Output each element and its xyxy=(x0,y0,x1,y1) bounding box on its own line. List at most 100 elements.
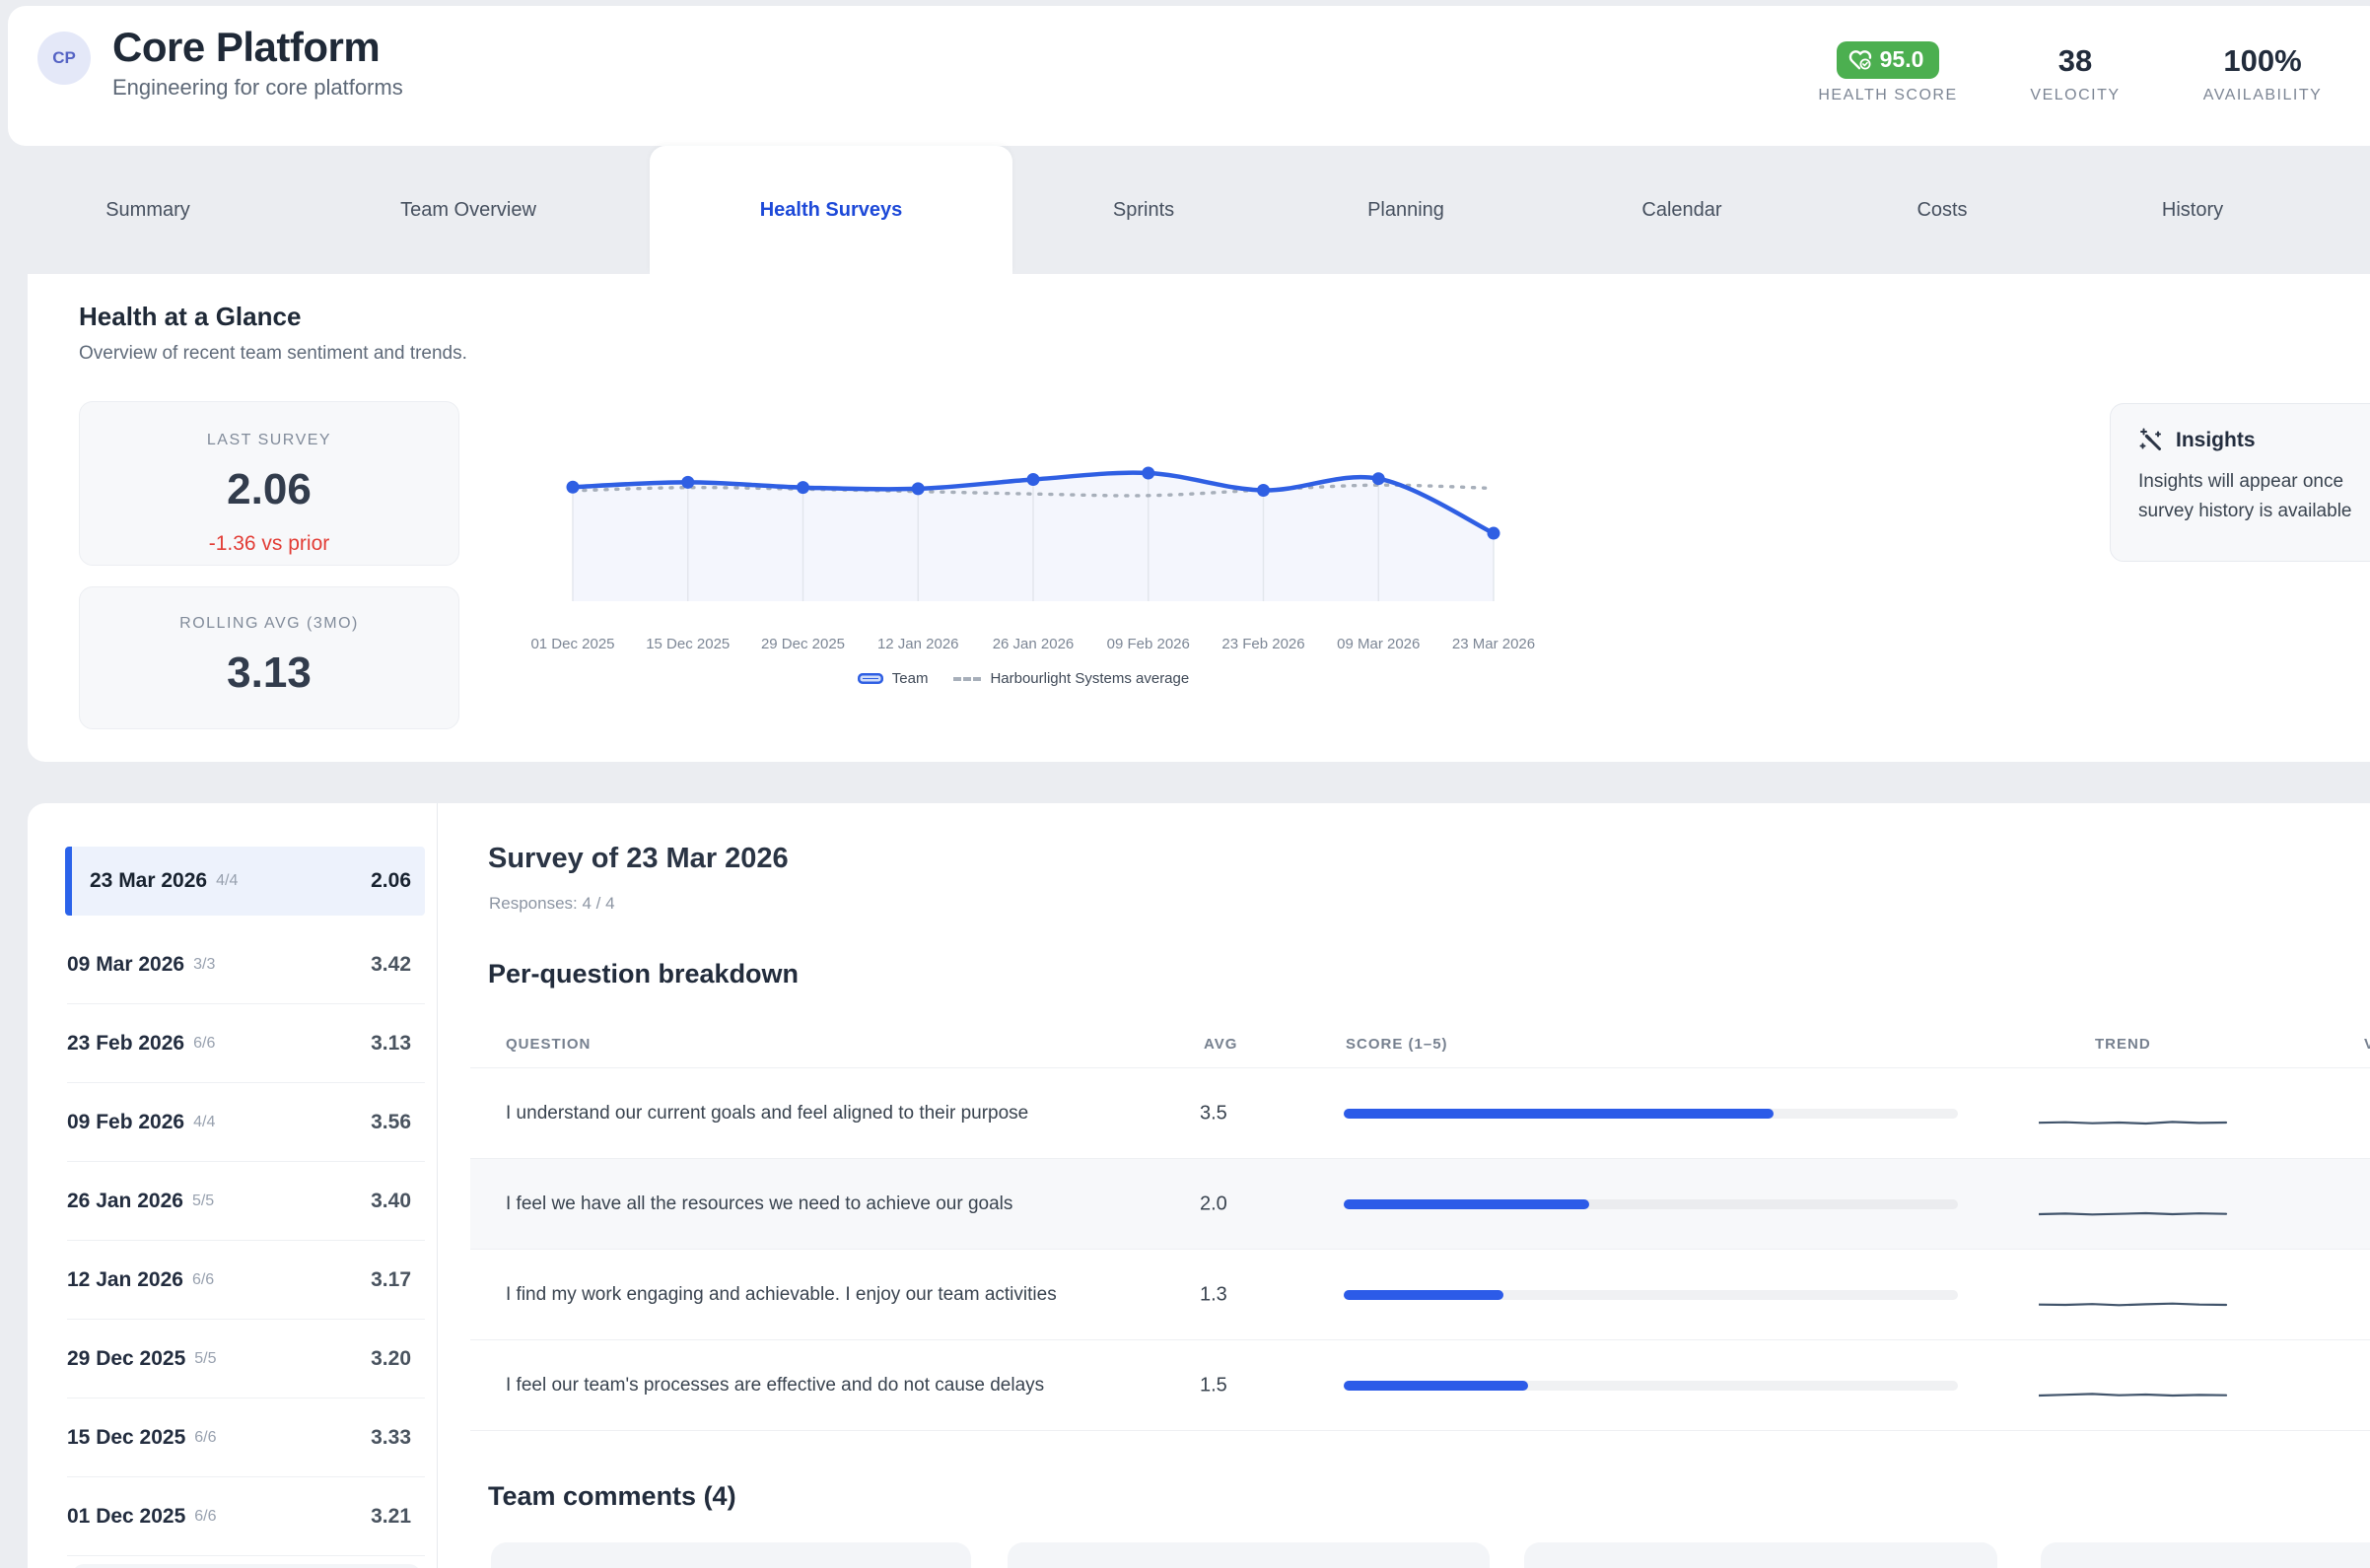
last-survey-card: LAST SURVEY 2.06 -1.36 vs prior xyxy=(79,401,459,566)
rolling-avg-card: ROLLING AVG (3MO) 3.13 xyxy=(79,586,459,729)
col-avg: AVG xyxy=(1204,1036,1237,1053)
question-text: I feel we have all the resources we need… xyxy=(506,1190,1117,1218)
health-score-badge: 95.0 xyxy=(1837,41,1940,79)
survey-response-ratio: 6/6 xyxy=(193,1035,215,1053)
list-panel-divider xyxy=(437,803,438,1568)
comment-card xyxy=(1524,1542,1997,1568)
question-avg: 1.5 xyxy=(1200,1374,1259,1397)
survey-score: 3.42 xyxy=(371,953,411,977)
breakdown-table-header: QUESTION AVG SCORE (1–5) TREND VS xyxy=(460,1028,2370,1067)
survey-score: 3.40 xyxy=(371,1190,411,1213)
survey-score: 3.33 xyxy=(371,1426,411,1450)
survey-date: 12 Jan 2026 xyxy=(67,1268,183,1292)
survey-date: 23 Mar 2026 xyxy=(90,869,207,893)
header-kpis: 95.0 HEALTH SCORE 38 VELOCITY 100% AVAIL… xyxy=(1794,41,2356,104)
insights-title: Insights xyxy=(2176,429,2256,452)
tab-summary[interactable]: Summary xyxy=(59,146,237,274)
col-score: SCORE (1–5) xyxy=(1346,1036,1448,1053)
page-title: Core Platform xyxy=(112,24,403,71)
survey-score: 3.21 xyxy=(371,1505,411,1529)
survey-response-ratio: 4/4 xyxy=(216,872,238,890)
svg-text:26 Jan 2026: 26 Jan 2026 xyxy=(993,636,1075,652)
survey-response-ratio: 4/4 xyxy=(193,1114,215,1131)
velocity-label: VELOCITY xyxy=(1982,87,2169,104)
trend-line-chart: 01 Dec 2025 15 Dec 2025 29 Dec 2025 12 Jan … xyxy=(521,424,1585,665)
svg-text:01 Dec 2025: 01 Dec 2025 xyxy=(530,636,614,652)
glance-subtitle: Overview of recent team sentiment and tr… xyxy=(79,343,467,365)
last-survey-label: LAST SURVEY xyxy=(80,432,458,449)
survey-list-item[interactable]: 26 Jan 20265/53.40 xyxy=(67,1162,425,1241)
survey-list: 23 Mar 20264/42.0609 Mar 20263/33.4223 F… xyxy=(28,847,437,1568)
survey-section: 23 Mar 20264/42.0609 Mar 20263/33.4223 F… xyxy=(28,803,2370,1568)
survey-responses: Responses: 4 / 4 xyxy=(489,894,615,914)
breakdown-row: I understand our current goals and feel … xyxy=(470,1068,2370,1159)
survey-list-item[interactable]: 29 Dec 20255/53.20 xyxy=(67,1320,425,1398)
svg-text:12 Jan 2026: 12 Jan 2026 xyxy=(877,636,959,652)
survey-response-ratio: 6/6 xyxy=(192,1271,214,1289)
insights-body-line1: Insights will appear once xyxy=(2138,467,2370,497)
velocity-value: 38 xyxy=(1982,42,2169,79)
svg-text:09 Feb 2026: 09 Feb 2026 xyxy=(1107,636,1190,652)
score-bar-track xyxy=(1344,1199,1958,1209)
survey-list-item[interactable]: 09 Mar 20263/33.42 xyxy=(67,925,425,1004)
survey-score: 3.17 xyxy=(371,1268,411,1292)
tab-health-surveys[interactable]: Health Surveys xyxy=(650,146,1012,274)
survey-list-item[interactable]: 01 Dec 20256/63.21 xyxy=(67,1477,425,1556)
survey-list-item-partial[interactable] xyxy=(72,1564,421,1568)
score-bar-track xyxy=(1344,1290,1958,1300)
survey-list-item[interactable]: 09 Feb 2026 4/4 3.56 xyxy=(67,1083,425,1162)
tab-team-overview[interactable]: Team Overview xyxy=(345,146,592,274)
score-bar-fill xyxy=(1344,1199,1589,1209)
question-avg: 3.5 xyxy=(1200,1102,1259,1125)
comment-card xyxy=(1008,1542,1490,1568)
survey-response-ratio: 3/3 xyxy=(193,956,215,974)
survey-date: 09 Feb 2026 xyxy=(67,1111,184,1134)
comment-card xyxy=(491,1542,971,1568)
breakdown-title: Per-question breakdown xyxy=(488,959,799,989)
survey-list-item[interactable]: 23 Mar 2026 4/4 2.06 xyxy=(65,847,425,916)
tab-history[interactable]: History xyxy=(2104,146,2281,274)
availability-value: 100% xyxy=(2169,42,2356,79)
team-avatar: CP xyxy=(37,32,91,85)
tab-bar: Summary Team Overview Health Surveys Spr… xyxy=(0,146,2370,274)
svg-text:29 Dec 2025: 29 Dec 2025 xyxy=(761,636,845,652)
score-bar-fill xyxy=(1344,1381,1528,1391)
question-avg: 2.0 xyxy=(1200,1193,1259,1215)
tab-sprints[interactable]: Sprints xyxy=(1055,146,1232,274)
survey-response-ratio: 5/5 xyxy=(192,1193,214,1210)
score-bar-fill xyxy=(1344,1109,1774,1119)
question-avg: 1.3 xyxy=(1200,1283,1259,1306)
svg-text:23 Mar 2026: 23 Mar 2026 xyxy=(1452,636,1535,652)
survey-score: 3.20 xyxy=(371,1347,411,1371)
team-series-swatch xyxy=(858,673,883,684)
magic-wand-icon xyxy=(2138,428,2164,453)
survey-response-ratio: 5/5 xyxy=(194,1350,216,1368)
survey-list-item[interactable]: 12 Jan 2026 6/6 3.17 xyxy=(67,1241,425,1320)
rolling-avg-label: ROLLING AVG (3MO) xyxy=(80,615,458,633)
score-bar-track xyxy=(1344,1381,1958,1391)
trend-sparkline xyxy=(2039,1110,2228,1129)
trend-sparkline xyxy=(2039,1200,2228,1220)
legend-team-label: Team xyxy=(892,670,929,687)
header: CP Core Platform Engineering for core pl… xyxy=(8,6,2370,146)
survey-list-item[interactable]: 23 Feb 20266/63.13 xyxy=(67,1004,425,1083)
svg-text:15 Dec 2025: 15 Dec 2025 xyxy=(646,636,730,652)
col-question: QUESTION xyxy=(506,1036,591,1053)
survey-score: 2.06 xyxy=(371,869,411,893)
legend-benchmark-label: Harbourlight Systems average xyxy=(990,670,1189,687)
question-text: I understand our current goals and feel … xyxy=(506,1099,1117,1127)
svg-text:09 Mar 2026: 09 Mar 2026 xyxy=(1337,636,1420,652)
survey-list-item[interactable]: 15 Dec 20256/63.33 xyxy=(67,1398,425,1477)
svg-text:23 Feb 2026: 23 Feb 2026 xyxy=(1221,636,1304,652)
tab-calendar[interactable]: Calendar xyxy=(1593,146,1771,274)
tab-planning[interactable]: Planning xyxy=(1317,146,1495,274)
survey-score: 3.56 xyxy=(371,1111,411,1134)
health-glance-section: Health at a Glance Overview of recent te… xyxy=(28,274,2370,762)
team-health-dashboard: CP Core Platform Engineering for core pl… xyxy=(0,0,2370,1568)
survey-detail-title: Survey of 23 Mar 2026 xyxy=(488,843,789,875)
team-identity: CP Core Platform Engineering for core pl… xyxy=(37,24,403,101)
tab-costs[interactable]: Costs xyxy=(1853,146,2031,274)
chart-legend: Team Harbourlight Systems average xyxy=(521,670,1526,687)
survey-detail-panel: Survey of 23 Mar 2026 Responses: 4 / 4 P… xyxy=(460,803,2370,1568)
glance-title: Health at a Glance xyxy=(79,302,301,332)
